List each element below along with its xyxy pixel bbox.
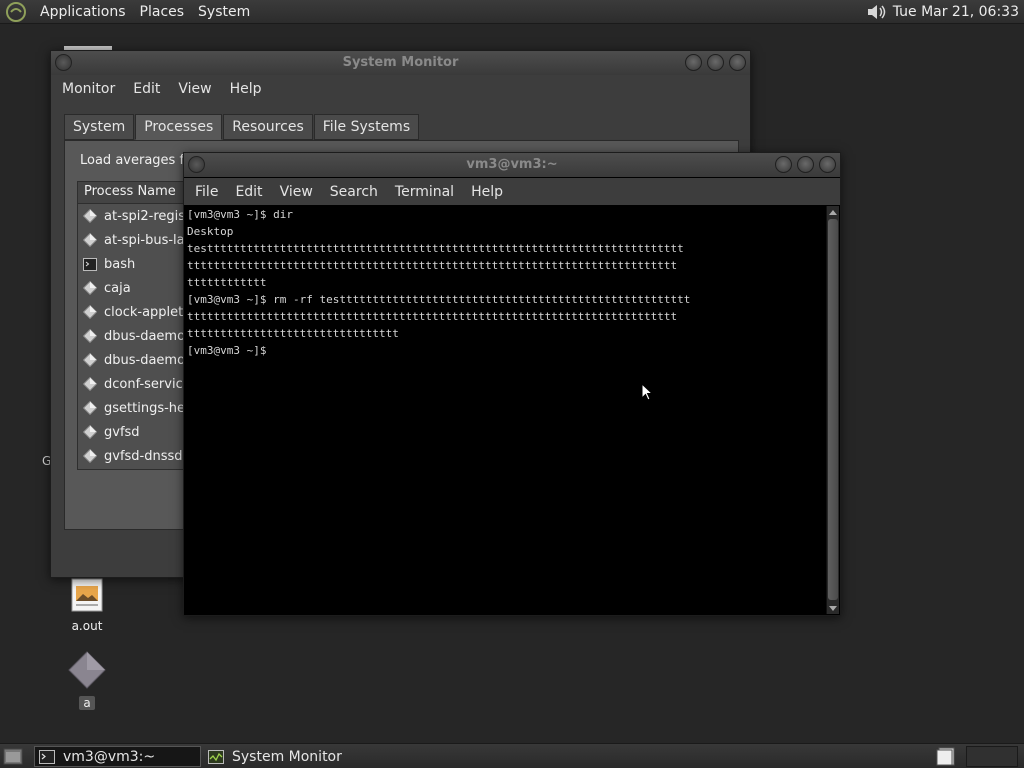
terminal-line: Desktop [187, 225, 234, 238]
show-desktop-icon[interactable] [3, 748, 23, 765]
mate-logo-icon[interactable] [5, 1, 27, 23]
gear-icon [83, 281, 97, 295]
terminal-icon [83, 257, 97, 271]
terminal-line: [vm3@vm3 ~]$ dir [187, 208, 293, 221]
terminal-line: tttttttttttttttttttttttttttttttttttttttt… [187, 310, 678, 323]
mouse-pointer-icon [641, 383, 653, 401]
terminal-line: tttttttttttt [187, 276, 267, 289]
process-name: bash [104, 256, 136, 272]
menu-help[interactable]: Help [223, 81, 269, 97]
sysmon-tabs: System Processes Resources File Systems [64, 114, 420, 140]
scroll-down-arrow-icon[interactable] [827, 602, 839, 614]
menu-terminal[interactable]: Terminal [388, 184, 461, 200]
menu-edit[interactable]: Edit [126, 81, 167, 97]
gear-icon [83, 401, 97, 415]
process-name: gvfsd-dnssd [104, 448, 183, 464]
workspace-switcher-icon[interactable] [936, 747, 956, 766]
terminal-screen[interactable]: [vm3@vm3 ~]$ dir Desktop testttttttttttttt… [185, 206, 825, 614]
applications-menu[interactable]: Applications [33, 4, 133, 20]
task-label: System Monitor [232, 748, 342, 765]
desktop-icon-a[interactable]: a [57, 650, 117, 711]
tab-file-systems[interactable]: File Systems [313, 114, 420, 140]
terminal-scrollbar[interactable] [826, 206, 839, 614]
process-name: dbus-daemon [104, 352, 194, 368]
process-name: dconf-service [104, 376, 191, 392]
process-name: caja [104, 280, 131, 296]
terminal-line: tttttttttttttttttttttttttttttttttttttttt… [187, 259, 678, 272]
bottom-panel: vm3@vm3:~ System Monitor [0, 743, 1024, 768]
task-system-monitor[interactable]: System Monitor [204, 746, 384, 767]
image-file-icon [71, 578, 103, 612]
sysmon-titlebar[interactable]: System Monitor [51, 51, 750, 75]
process-name: gvfsd [104, 424, 140, 440]
gear-icon [83, 425, 97, 439]
menu-monitor[interactable]: Monitor [55, 81, 122, 97]
gear-icon [83, 209, 97, 223]
minimize-button[interactable] [775, 156, 792, 173]
menu-view[interactable]: View [273, 184, 320, 200]
window-title: System Monitor [342, 55, 459, 70]
minimize-button[interactable] [685, 54, 702, 71]
desktop-icon-aout[interactable]: a.out [57, 577, 117, 634]
menu-help[interactable]: Help [464, 184, 510, 200]
window-title: vm3@vm3:~ [466, 157, 558, 172]
task-terminal[interactable]: vm3@vm3:~ [34, 746, 201, 767]
system-monitor-icon [208, 749, 224, 764]
gear-icon [83, 233, 97, 247]
system-menu[interactable]: System [191, 4, 257, 20]
gear-icon [83, 449, 97, 463]
desktop-icon-label: a.out [71, 619, 103, 633]
menu-search[interactable]: Search [323, 184, 385, 200]
terminal-titlebar[interactable]: vm3@vm3:~ [184, 153, 840, 177]
gear-icon [83, 329, 97, 343]
terminal-line: tttttttttttttttttttttttttttttttt [187, 327, 399, 340]
menu-edit[interactable]: Edit [228, 184, 269, 200]
load-averages-label: Load averages for [80, 153, 198, 168]
maximize-button[interactable] [707, 54, 724, 71]
close-button[interactable] [819, 156, 836, 173]
maximize-button[interactable] [797, 156, 814, 173]
terminal-window: vm3@vm3:~ File Edit View Search Terminal… [183, 152, 841, 616]
tab-processes[interactable]: Processes [135, 114, 223, 140]
executable-icon [68, 651, 106, 689]
clock[interactable]: Tue Mar 21, 06:33 [893, 4, 1024, 20]
terminal-line: [vm3@vm3 ~]$ [187, 344, 274, 357]
process-name: clock-applet [104, 304, 184, 320]
scroll-up-arrow-icon[interactable] [827, 206, 839, 218]
scrollbar-thumb[interactable] [828, 219, 838, 600]
gear-icon [83, 377, 97, 391]
process-name: dbus-daemon [104, 328, 194, 344]
task-label: vm3@vm3:~ [63, 748, 156, 765]
terminal-icon [39, 749, 55, 764]
places-menu[interactable]: Places [133, 4, 192, 20]
volume-icon[interactable] [863, 1, 889, 23]
tab-system[interactable]: System [64, 114, 135, 140]
menu-view[interactable]: View [171, 81, 218, 97]
window-menu-icon[interactable] [55, 54, 72, 71]
workspace-area[interactable] [966, 746, 1018, 767]
top-panel: Applications Places System Tue Mar 21, 0… [0, 0, 1024, 24]
desktop-icon-label: a [79, 696, 95, 710]
window-menu-icon[interactable] [188, 156, 205, 173]
gear-icon [83, 353, 97, 367]
process-name: at-spi2-registr [104, 208, 196, 224]
tab-resources[interactable]: Resources [223, 114, 313, 140]
menu-file[interactable]: File [188, 184, 225, 200]
terminal-line: [vm3@vm3 ~]$ rm -rf testtttttttttttttttt… [187, 293, 691, 306]
terminal-line: testtttttttttttttttttttttttttttttttttttt… [187, 242, 684, 255]
terminal-menubar: File Edit View Search Terminal Help [184, 178, 840, 205]
close-button[interactable] [729, 54, 746, 71]
sysmon-menubar: Monitor Edit View Help [51, 76, 750, 102]
gear-icon [83, 305, 97, 319]
